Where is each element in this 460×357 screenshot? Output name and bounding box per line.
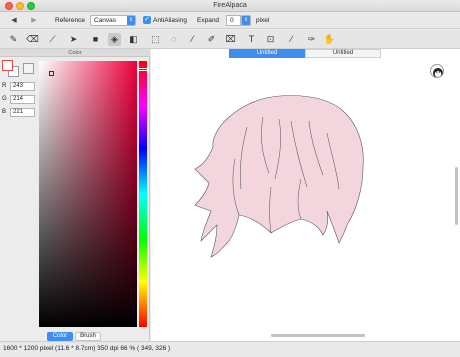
reference-label: Reference — [55, 17, 85, 24]
prev-button[interactable]: ◀ — [6, 15, 22, 26]
blue-label: B — [2, 109, 7, 115]
color-picker-cursor[interactable] — [49, 71, 54, 76]
brush-icon[interactable]: ✑ — [305, 33, 318, 46]
horizontal-scrollbar[interactable] — [271, 334, 365, 337]
move-icon[interactable]: ➤ — [67, 33, 80, 46]
gradation-icon[interactable]: ◧ — [127, 33, 140, 46]
operation-icon[interactable]: ⊡ — [264, 33, 277, 46]
stepper-icon: ⇕ — [242, 16, 250, 25]
green-label: G — [2, 96, 7, 102]
red-input[interactable]: 243 — [10, 82, 35, 91]
tab-brush[interactable]: Brush — [75, 332, 101, 341]
select-pen-icon[interactable]: ✐ — [205, 33, 218, 46]
canvas-drawing — [194, 95, 364, 258]
reference-value: Canvas — [94, 17, 117, 24]
vertical-scrollbar[interactable] — [455, 167, 458, 225]
eraser-icon[interactable]: ⌫ — [26, 33, 39, 46]
lasso-icon[interactable]: ◌ — [167, 33, 180, 46]
title-bar: FireAlpaca — [0, 0, 460, 12]
foreground-color-swatch[interactable] — [2, 60, 13, 71]
bucket-icon[interactable]: ◈ — [108, 33, 121, 46]
dot-pen-icon[interactable]: ⟋ — [46, 33, 59, 46]
magic-wand-icon[interactable]: ⁄ — [186, 33, 199, 46]
transparent-color-swatch[interactable] — [23, 63, 34, 74]
expand-stepper[interactable]: ⇕ — [241, 15, 251, 26]
chevron-updown-icon: ⇕ — [127, 16, 135, 25]
select-eraser-icon[interactable]: ⌧ — [224, 33, 237, 46]
eyedropper-icon[interactable]: ⁄ — [285, 33, 298, 46]
window-title: FireAlpaca — [213, 2, 247, 9]
canvas-area[interactable]: Untitled Untitled — [151, 49, 460, 341]
user-avatar[interactable] — [430, 64, 444, 78]
reference-select[interactable]: Canvas ⇕ — [90, 15, 136, 26]
tab-color[interactable]: Color — [47, 332, 73, 341]
pen-icon[interactable]: ✎ — [7, 33, 20, 46]
fill-icon[interactable]: ■ — [89, 33, 102, 46]
expand-unit: pixel — [256, 17, 270, 24]
saturation-value-picker[interactable] — [39, 61, 137, 327]
tool-bar: ✎ ⌫ ⟋ ➤ ■ ◈ ◧ ⬚ ◌ ⁄ ✐ ⌧ T ⊡ ⁄ ✑ ✋ — [0, 30, 460, 49]
status-bar: 1600 * 1200 pixel (11.6 * 8.7cm) 350 dpi… — [0, 341, 460, 357]
color-panel: Color R 243 G 214 B 221 Color Brush — [0, 49, 150, 341]
text-icon[interactable]: T — [245, 33, 258, 46]
next-button[interactable]: ▶ — [26, 15, 42, 26]
color-panel-title: Color — [0, 49, 150, 57]
hand-icon[interactable]: ✋ — [323, 33, 336, 46]
hue-slider[interactable] — [139, 61, 147, 327]
antialiasing-checkbox[interactable]: ✓ — [143, 16, 151, 24]
hue-slider-handle[interactable] — [137, 68, 149, 71]
options-bar: ◀ ▶ Reference Canvas ⇕ ✓ AntiAliasing Ex… — [0, 12, 460, 29]
expand-input[interactable]: 0 — [226, 15, 241, 26]
expand-label: Expand — [197, 17, 220, 24]
select-icon[interactable]: ⬚ — [149, 33, 162, 46]
antialiasing-label: AntiAliasing — [153, 17, 187, 24]
blue-input[interactable]: 221 — [10, 108, 35, 117]
red-label: R — [2, 83, 7, 89]
green-input[interactable]: 214 — [10, 95, 35, 104]
